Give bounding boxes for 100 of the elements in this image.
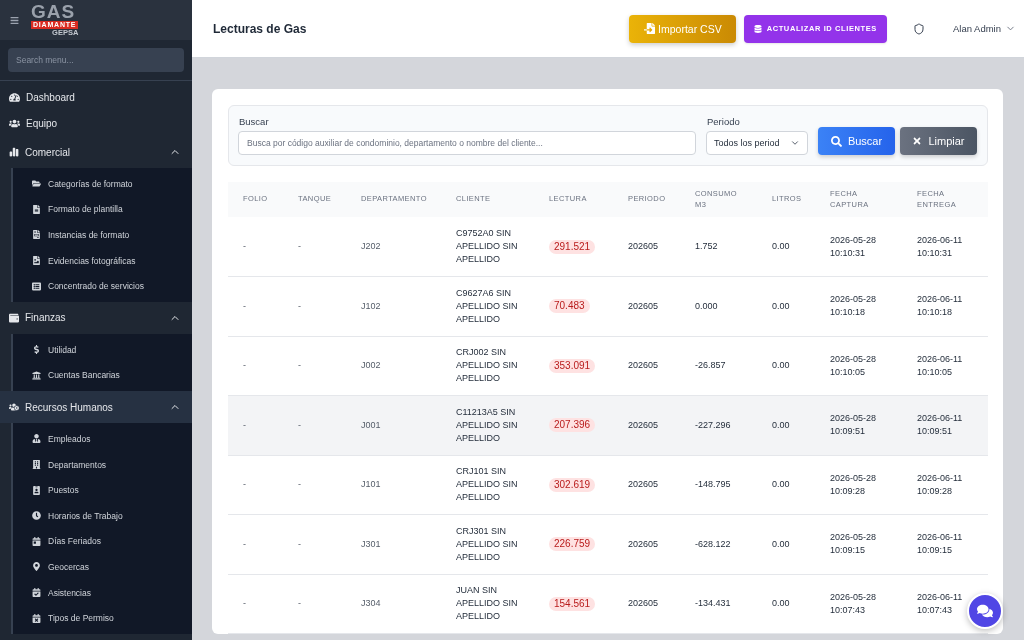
cell-text: -227.296	[695, 419, 731, 430]
submenu-item[interactable]: Instancias de formato	[13, 222, 192, 248]
submenu-item[interactable]: Puestos	[13, 477, 192, 503]
search-button[interactable]: Buscar	[818, 127, 895, 155]
cell-text: 2026-05-28 10:09:51	[830, 413, 877, 437]
menu-section[interactable]: Comercial	[0, 136, 192, 168]
cell-text: 2026-05-28 10:09:28	[830, 472, 877, 496]
cell-text: JUAN SIN APELLIDO SIN APELLIDO	[456, 585, 518, 622]
cell-text: 0.00	[772, 538, 790, 549]
cell-text: -	[243, 241, 246, 251]
cell-text: 2026-06-11 10:10:31	[917, 234, 963, 258]
reading-badge: 226.759	[549, 537, 596, 552]
person-icon	[32, 434, 41, 444]
bar-chart-icon	[9, 147, 19, 157]
cell-text: 2026-05-28 10:09:15	[830, 532, 877, 556]
calendar-x-icon	[32, 613, 41, 623]
cell-text: 2026-05-28 10:10:18	[830, 294, 877, 318]
cell-text: J001	[361, 419, 381, 430]
cell-text: 2026-06-11 10:09:51	[917, 413, 963, 437]
submenu-item[interactable]: Categorías de formato	[13, 171, 192, 197]
cell-text: C11213A5 SIN APELLIDO SIN APELLIDO	[456, 406, 518, 443]
cell-text: 0.00	[772, 479, 790, 490]
file-import-icon	[644, 23, 656, 34]
menu-item[interactable]: Dashboard	[0, 84, 192, 110]
cell-text: C9752A0 SIN APELLIDO SIN APELLIDO	[456, 228, 518, 264]
map-pin-icon	[32, 562, 41, 572]
menu-item[interactable]: Equipo	[0, 110, 192, 136]
calendar-icon	[32, 536, 41, 546]
submenu-item[interactable]: Cuentas Bancarias	[13, 362, 192, 389]
cell-text: -	[298, 241, 301, 251]
cell-text: 2026-05-28 10:10:31	[830, 234, 877, 258]
cell-text: -	[298, 419, 301, 430]
reading-badge: 207.396	[549, 418, 596, 433]
building-icon	[32, 460, 41, 470]
submenu-item[interactable]: Horarios de Trabajo	[13, 502, 192, 529]
cell-text: -	[243, 300, 246, 311]
user-menu[interactable]: Alan Admin	[952, 23, 1016, 34]
search-label: Buscar	[238, 116, 270, 127]
page-title: Lecturas de Gas	[213, 21, 308, 36]
cell-text: -148.795	[695, 479, 731, 490]
logo-wordmark: GAS	[31, 3, 76, 20]
cell-text: -	[243, 360, 246, 371]
cell-text: CRJ002 SIN APELLIDO SIN APELLIDO	[456, 347, 518, 384]
menu-section[interactable]: Finanzas	[0, 301, 192, 334]
cell-text: -	[243, 598, 246, 609]
users-gear-icon	[9, 402, 19, 413]
wallet-icon	[9, 312, 19, 323]
cell-text: 2026-06-11 10:10:05	[917, 353, 963, 377]
cell-text: J304	[361, 598, 381, 609]
cell-text: CRJ301 SIN APELLIDO SIN APELLIDO	[456, 525, 518, 562]
cell-text: -	[298, 360, 301, 371]
period-select[interactable]: Todos los period	[706, 131, 808, 155]
cell-text: 0.00	[772, 419, 790, 430]
cell-text: 2026-05-28 10:07:43	[830, 591, 877, 615]
menu-search-field[interactable]: Search menu...	[8, 48, 184, 72]
cell-text: 0.00	[772, 300, 790, 311]
reading-badge: 353.091	[549, 358, 596, 373]
period-label: Periodo	[706, 116, 741, 127]
reading-badge: 302.619	[549, 477, 596, 492]
cell-text: -	[243, 479, 246, 490]
database-icon	[753, 24, 762, 33]
users-icon	[9, 117, 20, 129]
document-icon	[32, 204, 41, 214]
menu-section[interactable]: Recursos Humanos	[0, 391, 192, 424]
clear-button[interactable]: Limpiar	[900, 127, 977, 155]
submenu-item[interactable]: Concentrado de servicios	[13, 273, 192, 299]
cell-text: 202605	[628, 538, 659, 549]
cell-text: -	[298, 300, 301, 311]
folder-icon	[32, 179, 41, 189]
cell-text: -	[243, 419, 246, 430]
cell-text: 0.00	[772, 598, 790, 609]
reading-badge: 154.561	[549, 596, 596, 611]
cell-text: 0.000	[695, 300, 718, 311]
cell-text: -	[243, 538, 246, 549]
cell-text: J002	[361, 360, 381, 371]
close-icon	[912, 136, 923, 146]
menu-icon[interactable]	[10, 15, 19, 25]
cell-text: 202605	[628, 419, 659, 430]
submenu-item[interactable]: Departamentos	[13, 451, 192, 478]
submenu-item[interactable]: Asistencias	[13, 579, 192, 606]
bank-icon	[32, 370, 41, 380]
submenu-item[interactable]: Evidencias fotográficas	[13, 247, 192, 274]
shield-icon[interactable]	[912, 22, 925, 35]
cell-text: -	[298, 538, 301, 549]
submenu-item[interactable]: Geocercas	[13, 554, 192, 580]
cell-text: 202605	[628, 479, 659, 490]
id-badge-icon	[32, 485, 41, 495]
submenu-item[interactable]: Tipos de Permiso	[13, 605, 192, 631]
cell-text: J101	[361, 479, 381, 490]
cell-text: 2026-06-11 10:10:18	[917, 294, 963, 318]
chevron-down-icon	[790, 138, 800, 148]
search-field[interactable]: Busca por código auxiliar de condominio, departamento o nombre del cliente...	[238, 131, 696, 155]
submenu-item[interactable]: Formato de plantilla	[13, 196, 192, 223]
submenu-item[interactable]: Días Feriados	[13, 528, 192, 555]
submenu-item[interactable]: Utilidad	[13, 336, 192, 363]
reading-badge: 70.483	[549, 299, 590, 314]
submenu-item[interactable]: Empleados	[13, 426, 192, 452]
cell-text: 2026-06-11 10:07:43	[917, 591, 963, 615]
cell-text: 202605	[628, 300, 659, 311]
cell-text: J102	[361, 300, 381, 311]
